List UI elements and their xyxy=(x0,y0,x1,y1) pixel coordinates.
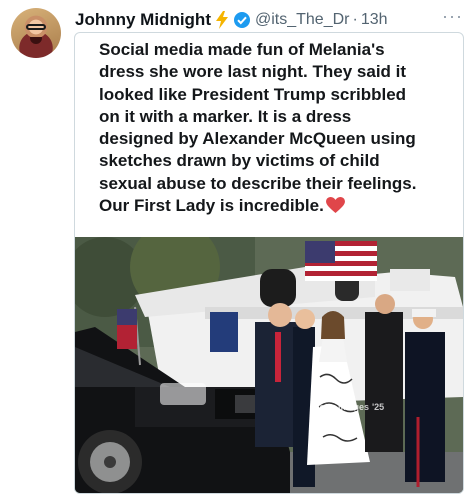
tweet-header: Johnny Midnight @its_The_Dr · 13h xyxy=(75,9,465,31)
caption-line: sexual abuse to describe their feelings. xyxy=(99,173,417,193)
avatar-glasses xyxy=(26,24,46,30)
meme-caption: Social media made fun of Melania's dress… xyxy=(99,39,455,217)
news-photo: getty images '25 xyxy=(75,237,463,493)
caption-line-last: Our First Lady is incredible. xyxy=(99,195,455,217)
watermark-text: getty images xyxy=(314,402,370,412)
getty-watermark: getty images '25 xyxy=(310,399,450,417)
caption-line: Our First Lady is incredible. xyxy=(99,196,324,216)
display-name[interactable]: Johnny Midnight xyxy=(75,10,211,30)
caption-line: looked like President Trump scribbled xyxy=(99,84,407,104)
separator-dot: · xyxy=(352,11,358,28)
verified-badge-icon[interactable] xyxy=(233,11,251,29)
caption-line: designed by Alexander McQueen using xyxy=(99,129,416,149)
watermark-year: '25 xyxy=(372,402,385,412)
photo-scene xyxy=(75,237,463,493)
caption-line: dress she wore last night. They said it xyxy=(99,62,407,82)
caption-line: Social media made fun of Melania's xyxy=(99,40,385,59)
user-handle[interactable]: @its_The_Dr xyxy=(255,11,350,29)
avatar-mouth xyxy=(30,37,42,44)
caption-line: on it with a marker. It is a dress xyxy=(99,106,352,126)
tweet-media[interactable]: Social media made fun of Melania's dress… xyxy=(74,32,464,494)
heart-icon xyxy=(325,197,345,214)
avatar[interactable] xyxy=(11,8,61,58)
lightning-bolt-icon xyxy=(215,11,228,29)
more-options-icon[interactable]: ··· xyxy=(442,7,463,25)
timestamp[interactable]: 13h xyxy=(361,11,388,29)
caption-line: sketches drawn by victims of child xyxy=(99,151,380,171)
